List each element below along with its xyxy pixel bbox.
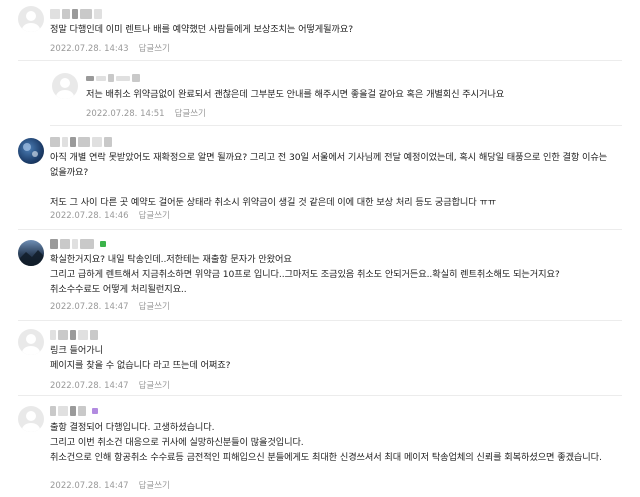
comment-meta: 2022.07.28. 14:46 답글쓰기 [50, 209, 170, 221]
comment-text: 저는 배취소 위약금없이 완료되서 괜찮은데 그부분도 안내를 해주시면 좋을걸… [86, 89, 505, 100]
reply-comment-item: 저는 배취소 위약금없이 완료되서 괜찮은데 그부분도 안내를 해주시면 좋을걸… [0, 61, 640, 125]
avatar[interactable] [18, 138, 44, 164]
user-badge-icon [100, 241, 106, 247]
comment-item: 링크 들어가니 페이지를 찾을 수 없습니다 라고 뜨는데 어쩌죠? 2022.… [0, 321, 640, 394]
default-user-icon [22, 334, 40, 355]
comment-date: 2022.07.28. 14:47 [50, 302, 129, 312]
avatar[interactable] [52, 73, 78, 99]
reply-button[interactable]: 답글쓰기 [139, 381, 170, 391]
comment-text: 아직 개별 연락 못받았어도 재확정으로 알면 될까요? 그리고 전 30일 서… [50, 152, 608, 208]
reply-button[interactable]: 답글쓰기 [139, 211, 170, 221]
default-user-icon [22, 11, 40, 32]
avatar[interactable] [18, 329, 44, 355]
profile-photo-icon [23, 143, 38, 157]
comment-meta: 2022.07.28. 14:47 답글쓰기 [50, 479, 170, 491]
user-badge-icon [92, 408, 98, 414]
comment-item: 아직 개별 연락 못받았어도 재확정으로 알면 될까요? 그리고 전 30일 서… [0, 126, 640, 229]
reply-button[interactable]: 답글쓰기 [139, 481, 170, 491]
default-user-icon [56, 78, 74, 99]
comment-date: 2022.07.28. 14:51 [86, 109, 165, 119]
comment-date: 2022.07.28. 14:43 [50, 44, 129, 54]
author-name-blurred[interactable] [86, 71, 140, 85]
avatar[interactable] [18, 6, 44, 32]
comment-item: 정말 다행인데 이미 렌트나 배를 예약했던 사람들에게 보상조치는 어떻게될까… [0, 0, 640, 60]
profile-photo-icon [18, 250, 44, 266]
reply-button[interactable]: 답글쓰기 [175, 109, 206, 119]
comment-text: 확실한거지요? 내일 탁송인데..저한테는 재출항 문자가 안왔어요 그리고 급… [50, 254, 560, 295]
avatar[interactable] [18, 240, 44, 266]
author-name-blurred[interactable] [50, 404, 98, 418]
reply-button[interactable]: 답글쓰기 [139, 44, 170, 54]
comment-meta: 2022.07.28. 14:43 답글쓰기 [50, 42, 170, 54]
comment-item: 확실한거지요? 내일 탁송인데..저한테는 재출항 문자가 안왔어요 그리고 급… [0, 230, 640, 320]
author-name-blurred[interactable] [50, 237, 106, 251]
author-name-blurred[interactable] [50, 7, 102, 21]
comment-meta: 2022.07.28. 14:47 답글쓰기 [50, 300, 170, 312]
comment-date: 2022.07.28. 14:47 [50, 381, 129, 391]
comment-text: 출항 결정되어 다행입니다. 고생하셨습니다. 그리고 이번 취소건 대응으로 … [50, 422, 602, 463]
comment-date: 2022.07.28. 14:46 [50, 211, 129, 221]
author-name-blurred[interactable] [50, 328, 98, 342]
comment-meta: 2022.07.28. 14:47 답글쓰기 [50, 379, 170, 391]
avatar[interactable] [18, 406, 44, 432]
reply-button[interactable]: 답글쓰기 [139, 302, 170, 312]
comment-text: 링크 들어가니 페이지를 찾을 수 없습니다 라고 뜨는데 어쩌죠? [50, 345, 231, 371]
comment-meta: 2022.07.28. 14:51 답글쓰기 [86, 107, 206, 119]
comment-item: 출항 결정되어 다행입니다. 고생하셨습니다. 그리고 이번 취소건 대응으로 … [0, 396, 640, 497]
comment-text: 정말 다행인데 이미 렌트나 배를 예약했던 사람들에게 보상조치는 어떻게될까… [50, 24, 353, 35]
author-name-blurred[interactable] [50, 135, 112, 149]
default-user-icon [22, 411, 40, 432]
comment-date: 2022.07.28. 14:47 [50, 481, 129, 491]
